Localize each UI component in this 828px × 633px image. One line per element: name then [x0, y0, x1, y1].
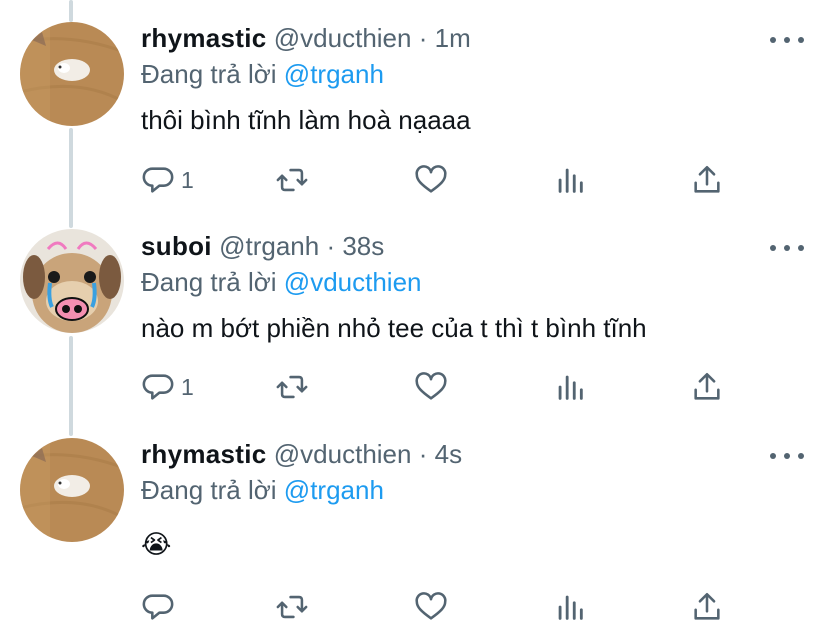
- analytics-button[interactable]: [553, 587, 587, 627]
- reply-button[interactable]: [141, 587, 181, 627]
- like-icon: [415, 592, 447, 620]
- timestamp[interactable]: 4s: [435, 439, 462, 469]
- user-handle[interactable]: @trganh: [219, 231, 319, 261]
- retweet-button[interactable]: [275, 160, 309, 200]
- share-icon: [694, 592, 720, 620]
- reply-count: 1: [181, 373, 194, 400]
- hamster-on-wood-avatar: [20, 22, 124, 126]
- share-button[interactable]: [690, 587, 724, 627]
- hamster-on-wood-avatar: [20, 438, 124, 542]
- analytics-button[interactable]: [553, 367, 587, 407]
- separator: ·: [418, 23, 428, 53]
- timestamp[interactable]: 1m: [435, 23, 471, 53]
- replying-label: Đang trả lời: [141, 59, 277, 89]
- tweet-text: 😭: [141, 529, 172, 559]
- replying-label: Đang trả lời: [141, 475, 277, 505]
- like-button[interactable]: [414, 160, 448, 200]
- more-icon[interactable]: [770, 28, 804, 52]
- mention-link[interactable]: @trganh: [284, 475, 384, 505]
- retweet-icon: [276, 168, 308, 192]
- reply-count: 1: [181, 166, 194, 193]
- share-icon: [694, 165, 720, 193]
- like-icon: [415, 165, 447, 193]
- tweet-text: nào m bớt phiền nhỏ tee của t thì t bình…: [141, 313, 647, 343]
- tweet[interactable]: rhymastic @vducthien · 1m Đang trả lời @…: [0, 0, 828, 215]
- display-name[interactable]: rhymastic: [141, 439, 267, 469]
- retweet-icon: [276, 595, 308, 619]
- crying-puppy-avatar: [20, 229, 124, 333]
- more-icon[interactable]: [770, 236, 804, 260]
- display-name[interactable]: suboi: [141, 231, 212, 261]
- reply-icon: [142, 594, 174, 620]
- timestamp[interactable]: 38s: [342, 231, 384, 261]
- replying-label: Đang trả lời: [141, 267, 277, 297]
- like-button[interactable]: [414, 367, 448, 407]
- avatar[interactable]: [20, 22, 124, 126]
- mention-link[interactable]: @trganh: [284, 59, 384, 89]
- share-icon: [694, 372, 720, 400]
- analytics-icon: [558, 595, 583, 620]
- analytics-icon: [558, 168, 583, 193]
- reply-icon: [142, 167, 174, 193]
- user-handle[interactable]: @vducthien: [274, 23, 412, 53]
- reply-icon: [142, 374, 174, 400]
- separator: ·: [418, 439, 428, 469]
- retweet-icon: [276, 375, 308, 399]
- like-icon: [415, 372, 447, 400]
- reply-button[interactable]: 1: [141, 160, 194, 200]
- share-button[interactable]: [690, 367, 724, 407]
- separator: ·: [326, 231, 336, 261]
- share-button[interactable]: [690, 160, 724, 200]
- retweet-button[interactable]: [275, 587, 309, 627]
- reply-button[interactable]: 1: [141, 367, 194, 407]
- avatar[interactable]: [20, 229, 124, 333]
- tweet[interactable]: rhymastic @vducthien · 4s Đang trả lời @…: [0, 430, 828, 633]
- tweet-text: thôi bình tĩnh làm hoà nạaaa: [141, 105, 471, 135]
- like-button[interactable]: [414, 587, 448, 627]
- user-handle[interactable]: @vducthien: [274, 439, 412, 469]
- mention-link[interactable]: @vducthien: [284, 267, 422, 297]
- tweet[interactable]: suboi @trganh · 38s Đang trả lời @vducth…: [0, 215, 828, 430]
- more-icon[interactable]: [770, 444, 804, 468]
- analytics-button[interactable]: [553, 160, 587, 200]
- retweet-button[interactable]: [275, 367, 309, 407]
- display-name[interactable]: rhymastic: [141, 23, 267, 53]
- analytics-icon: [558, 375, 583, 400]
- avatar[interactable]: [20, 438, 124, 542]
